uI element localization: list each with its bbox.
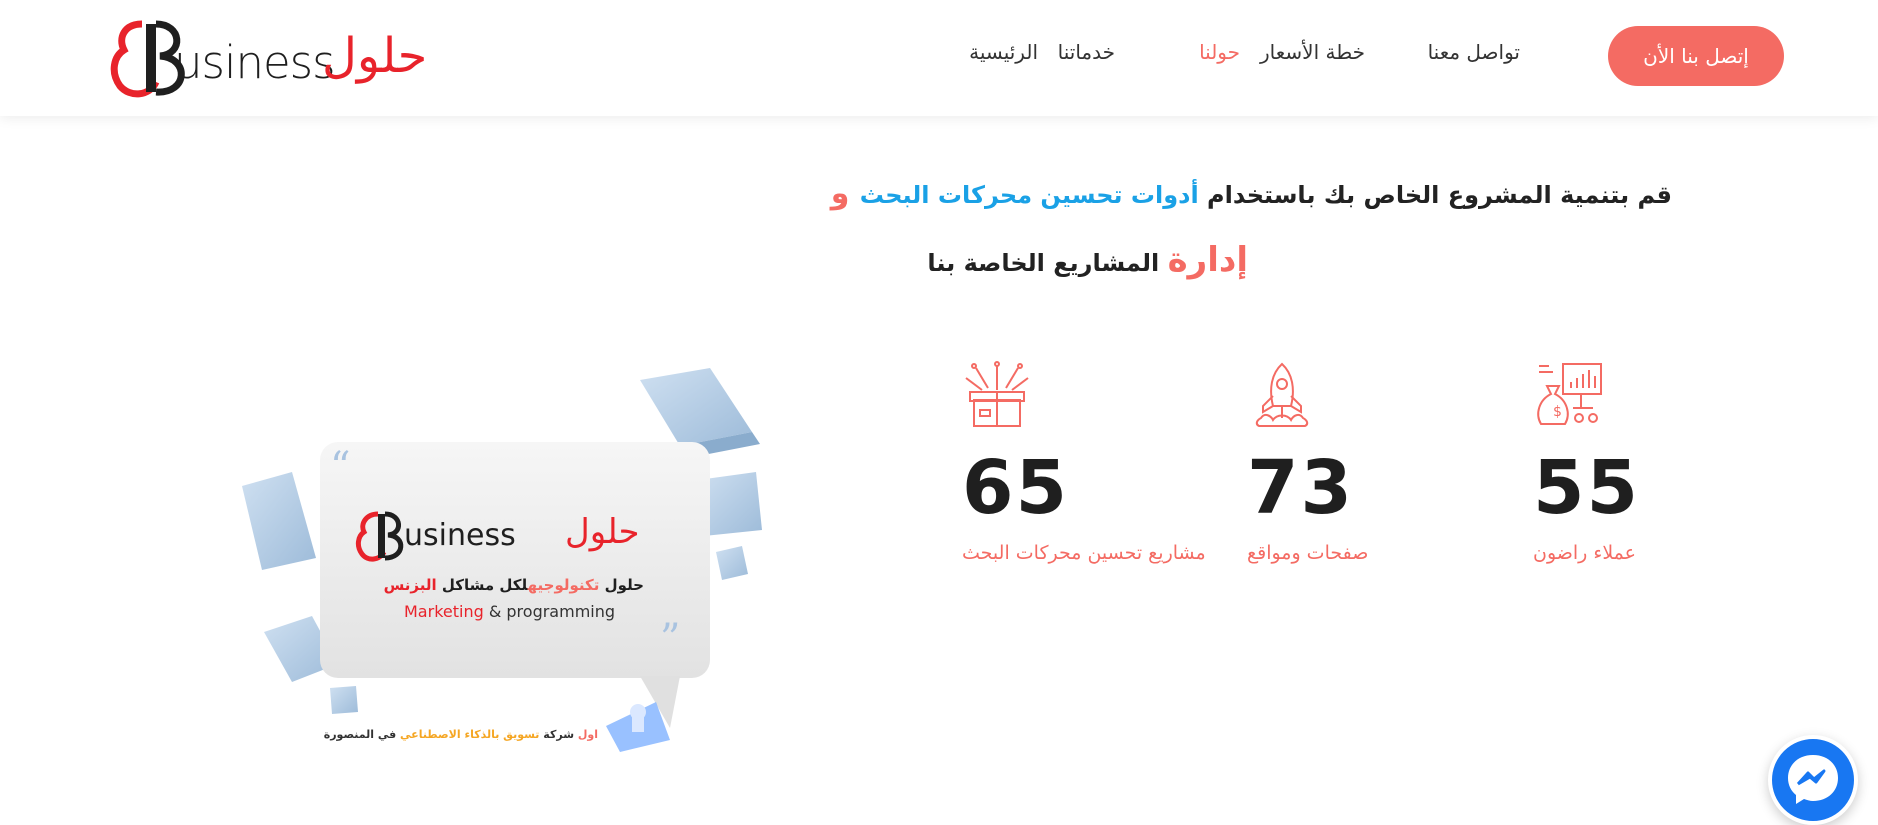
card-logo-arabic: حلول <box>565 512 640 552</box>
site-header: usiness حلول تواصل معنا خطة الأسعار حولن… <box>0 0 1878 116</box>
card-tagline-english: Marketing & programming <box>404 602 615 621</box>
rocket-icon <box>1255 362 1309 427</box>
floating-cube <box>242 472 316 570</box>
stat-value: 55 <box>1533 445 1640 531</box>
stat-label: صفحات ومواقع <box>1247 542 1369 564</box>
money-bag-chart-icon: $ <box>1537 363 1602 425</box>
illustration-caption: اول شركة تسويق بالذكاء الاصطناعي في المن… <box>324 728 598 741</box>
floating-cube <box>716 546 748 580</box>
tagline-part: لكل مشاكل <box>436 576 528 594</box>
card-logo-latin: usiness <box>404 518 516 553</box>
site-logo[interactable]: usiness حلول <box>110 16 427 98</box>
hero-line1-start: قم بتنمية المشروع الخاص بك باستخدام <box>1198 181 1672 209</box>
messenger-chat-button[interactable] <box>1768 735 1858 825</box>
gift-box-icon <box>965 361 1029 427</box>
nav-home[interactable]: الرئيسية <box>969 40 1038 64</box>
hero-management: إدارة <box>1167 240 1248 280</box>
svg-text:$: $ <box>1553 404 1562 420</box>
nav-contact[interactable]: تواصل معنا <box>1428 40 1520 64</box>
floating-cube <box>330 686 358 714</box>
open-quote-icon: “ <box>330 444 350 490</box>
hero-seo-tools: أدوات تحسين محركات البحث <box>859 181 1199 209</box>
caption-part: تسويق بالذكاء الاصطناعي <box>396 728 540 741</box>
card-tagline-arabic: حلول تكنولوجيهلكل مشاكل البزنس <box>380 576 644 594</box>
stat-happy-clients: $ 55 عملاء راضون <box>1533 360 1813 564</box>
tagline-programming: & programming <box>483 602 616 621</box>
logo-arabic-text: حلول <box>322 28 428 84</box>
hero-and: و <box>830 176 860 211</box>
tagline-part: تكنولوجيه <box>527 576 600 594</box>
logo-latin-text: usiness <box>174 36 336 89</box>
close-quote-icon: ” <box>660 616 680 662</box>
speech-card-illustration: “ ” <box>242 368 762 752</box>
tagline-part: حلول <box>599 576 644 594</box>
main-nav: تواصل معنا خطة الأسعار حولنا خدماتنا الر… <box>880 40 1520 70</box>
nav-pricing[interactable]: خطة الأسعار <box>1260 40 1365 64</box>
hero-line2-rest: المشاريع الخاصة بنا <box>927 249 1168 277</box>
tagline-marketing: Marketing <box>404 602 484 621</box>
stat-pages-sites: 73 صفحات ومواقع <box>1247 360 1527 564</box>
stat-value: 73 <box>1247 445 1354 531</box>
hero-heading-line1: قم بتنمية المشروع الخاص بك باستخدام أدوا… <box>831 176 1672 211</box>
hero-illustration: “ ” usiness حلول حلول تكنولوجيهلكل مشاكل… <box>220 360 780 760</box>
stat-seo-projects: 65 مشاريع تحسين محركات البحث <box>962 360 1242 564</box>
stat-label: عملاء راضون <box>1533 542 1636 564</box>
stat-value: 65 <box>962 445 1069 531</box>
tagline-part: البزنس <box>383 576 437 594</box>
messenger-icon <box>1788 755 1838 804</box>
contact-now-button[interactable]: إتصل بنا الأن <box>1608 26 1784 86</box>
caption-part: شركة <box>539 728 575 741</box>
stat-label: مشاريع تحسين محركات البحث <box>962 542 1206 564</box>
hero-heading-line2: إدارة المشاريع الخاصة بنا <box>927 240 1248 280</box>
nav-about[interactable]: حولنا <box>1199 40 1240 64</box>
caption-part: في المنصورة <box>323 728 397 741</box>
nav-services[interactable]: خدماتنا <box>1058 40 1115 64</box>
caption-part: اول <box>574 728 598 741</box>
